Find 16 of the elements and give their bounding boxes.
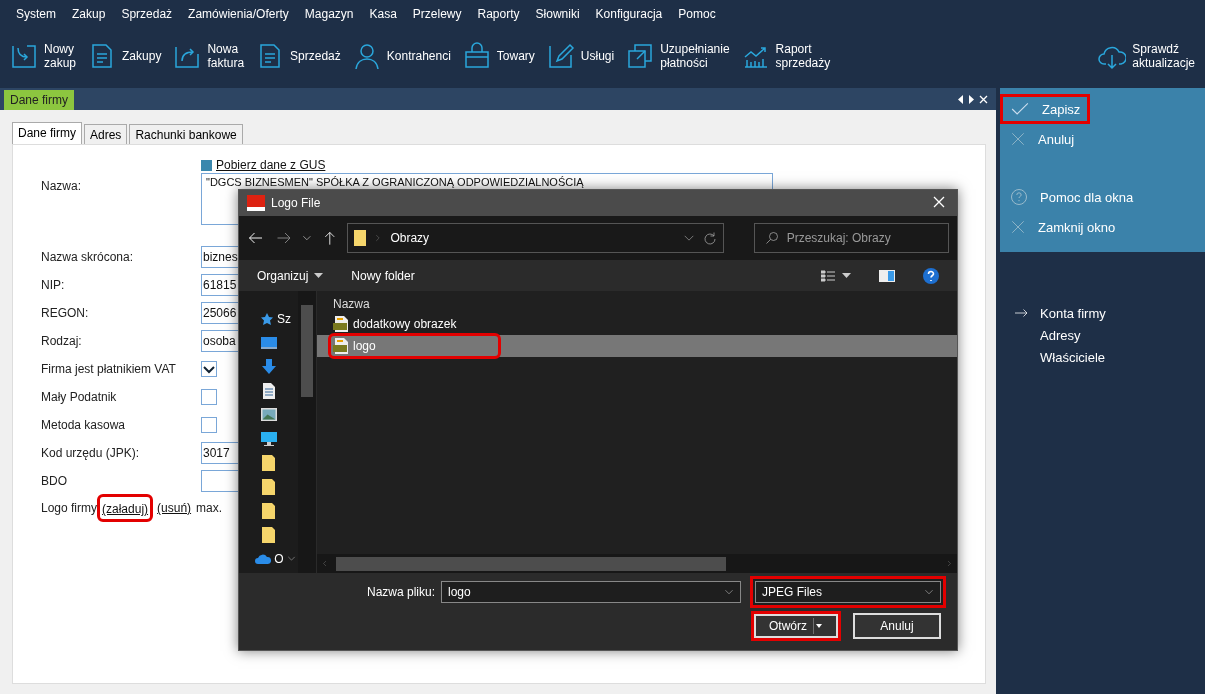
field-label: Mały Podatnik <box>41 390 118 404</box>
size-note: max. <box>196 501 223 515</box>
field-label: REGON: <box>41 306 90 320</box>
field-label: Firma jest płatnikiem VAT <box>41 362 177 376</box>
field-label: Nazwa: <box>41 178 82 193</box>
field-label: Rodzaj: <box>41 334 83 348</box>
file-name: dodatkowy obrazek <box>353 317 457 331</box>
file-name: logo <box>353 339 376 353</box>
field-label: NIP: <box>41 278 66 292</box>
filename-label: Nazwa pliku: <box>366 585 435 599</box>
field-label: Logo firmy <box>41 501 98 515</box>
field-label: Nazwa skrócona: <box>41 250 135 264</box>
field-label: BDO <box>41 474 68 488</box>
field-label: Kod urzędu (JPK): <box>41 446 141 460</box>
dialog-title: Logo File <box>271 196 322 210</box>
field-label: Metoda kasowa <box>41 418 127 432</box>
